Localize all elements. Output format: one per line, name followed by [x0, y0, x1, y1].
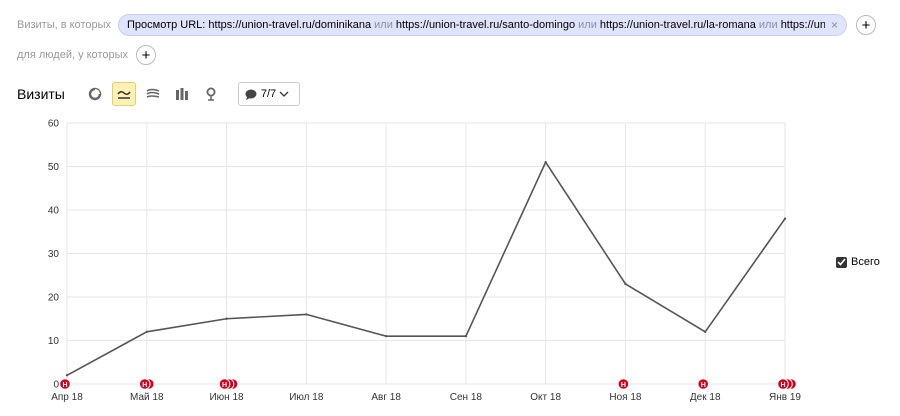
annotation-label: Н [780, 382, 785, 389]
x-tick-label: Июл 18 [289, 392, 324, 403]
chip-or-3: или [758, 19, 778, 31]
annotation-label: Н [62, 382, 67, 389]
url-filter-chip[interactable]: Просмотр URL: https://union-travel.ru/do… [118, 14, 847, 36]
data-point [544, 160, 547, 164]
chart-series [65, 160, 787, 377]
people-filter-prefix: для людей, у которых [17, 49, 128, 61]
series-line [66, 161, 786, 377]
add-people-filter-button[interactable]: + [136, 45, 156, 65]
data-point [464, 334, 468, 338]
chart-title: Визиты [17, 86, 65, 102]
chevron-down-icon [279, 91, 289, 97]
chart-grid [66, 122, 786, 385]
annotation-marker[interactable]: Н [138, 378, 155, 390]
filter-row-visits: Визиты, в которых Просмотр URL: https://… [17, 14, 876, 36]
chart-annotations: НННННН [59, 378, 797, 390]
url-filter-text: Просмотр URL: https://union-travel.ru/do… [127, 19, 825, 31]
data-point [305, 313, 308, 316]
x-tick-label: Авг 18 [371, 392, 401, 403]
add-visit-filter-button[interactable]: + [856, 15, 876, 35]
annotation-marker[interactable]: Н [617, 378, 630, 390]
x-tick-label: Окт 18 [530, 392, 561, 403]
filter-row-people: для людей, у которых + [17, 45, 156, 65]
map-pin-icon[interactable] [199, 82, 223, 106]
y-tick-label: 0 [53, 380, 59, 391]
annotation-marker[interactable]: Н [218, 378, 239, 390]
chip-url-4: https://union-travel.... [780, 19, 825, 31]
data-point [783, 217, 787, 220]
legend-checkbox[interactable] [836, 256, 847, 268]
chip-label: Просмотр URL: [127, 19, 206, 31]
chip-url-3: https://union-travel.ru/la-romana [599, 19, 756, 31]
series-select-button[interactable]: 7/7 [237, 82, 301, 106]
data-point [65, 374, 69, 377]
pie-chart-icon[interactable] [83, 82, 107, 106]
data-point [145, 330, 148, 333]
y-tick-label: 50 [48, 162, 60, 173]
x-tick-label: Сен 18 [450, 392, 483, 403]
annotation-marker[interactable]: Н [697, 378, 710, 390]
y-tick-label: 30 [48, 249, 60, 260]
x-tick-label: Май 18 [130, 392, 164, 403]
data-point [704, 330, 707, 333]
annotation-label: Н [222, 382, 227, 389]
y-tick-label: 60 [48, 119, 60, 130]
visits-filter-prefix: Визиты, в которых [17, 19, 111, 31]
bar-chart-icon[interactable] [170, 82, 194, 106]
y-tick-label: 20 [48, 293, 60, 304]
legend-label-total: Всего [851, 256, 880, 268]
chip-url-2: https://union-travel.ru/santo-domingo [395, 19, 576, 31]
comment-icon [245, 89, 257, 100]
x-tick-label: Янв 19 [769, 392, 801, 403]
chart-ticks: 0 10 20 30 40 50 60 Апр 18 Май 18 Июн 18 Июл 18 Авг… [48, 119, 802, 404]
annotation-label: Н [621, 382, 626, 389]
close-icon[interactable]: × [831, 18, 838, 32]
y-tick-label: 40 [48, 206, 60, 217]
chart-legend[interactable]: Всего [836, 256, 880, 268]
chart-toolbar: Визиты 7/7 [17, 82, 301, 106]
annotation-label: Н [142, 382, 147, 389]
chip-or-1: или [374, 19, 393, 31]
data-point [624, 282, 627, 286]
data-point [384, 334, 388, 338]
data-point [225, 317, 228, 320]
series-count: 7/7 [260, 88, 277, 100]
x-tick-label: Ноя 18 [609, 392, 642, 403]
chip-url-1: https://union-travel.ru/dominikana [208, 19, 372, 31]
x-tick-label: Апр 18 [51, 392, 83, 403]
chip-or-2: или [578, 19, 597, 31]
line-chart-icon[interactable] [111, 82, 136, 106]
area-chart-icon[interactable] [141, 82, 165, 106]
y-tick-label: 10 [48, 336, 60, 347]
x-tick-label: Дек 18 [690, 392, 721, 403]
x-tick-label: Июн 18 [209, 392, 244, 403]
annotation-marker[interactable]: Н [777, 378, 797, 390]
annotation-marker[interactable]: Н [59, 378, 71, 390]
annotation-label: Н [701, 382, 706, 389]
